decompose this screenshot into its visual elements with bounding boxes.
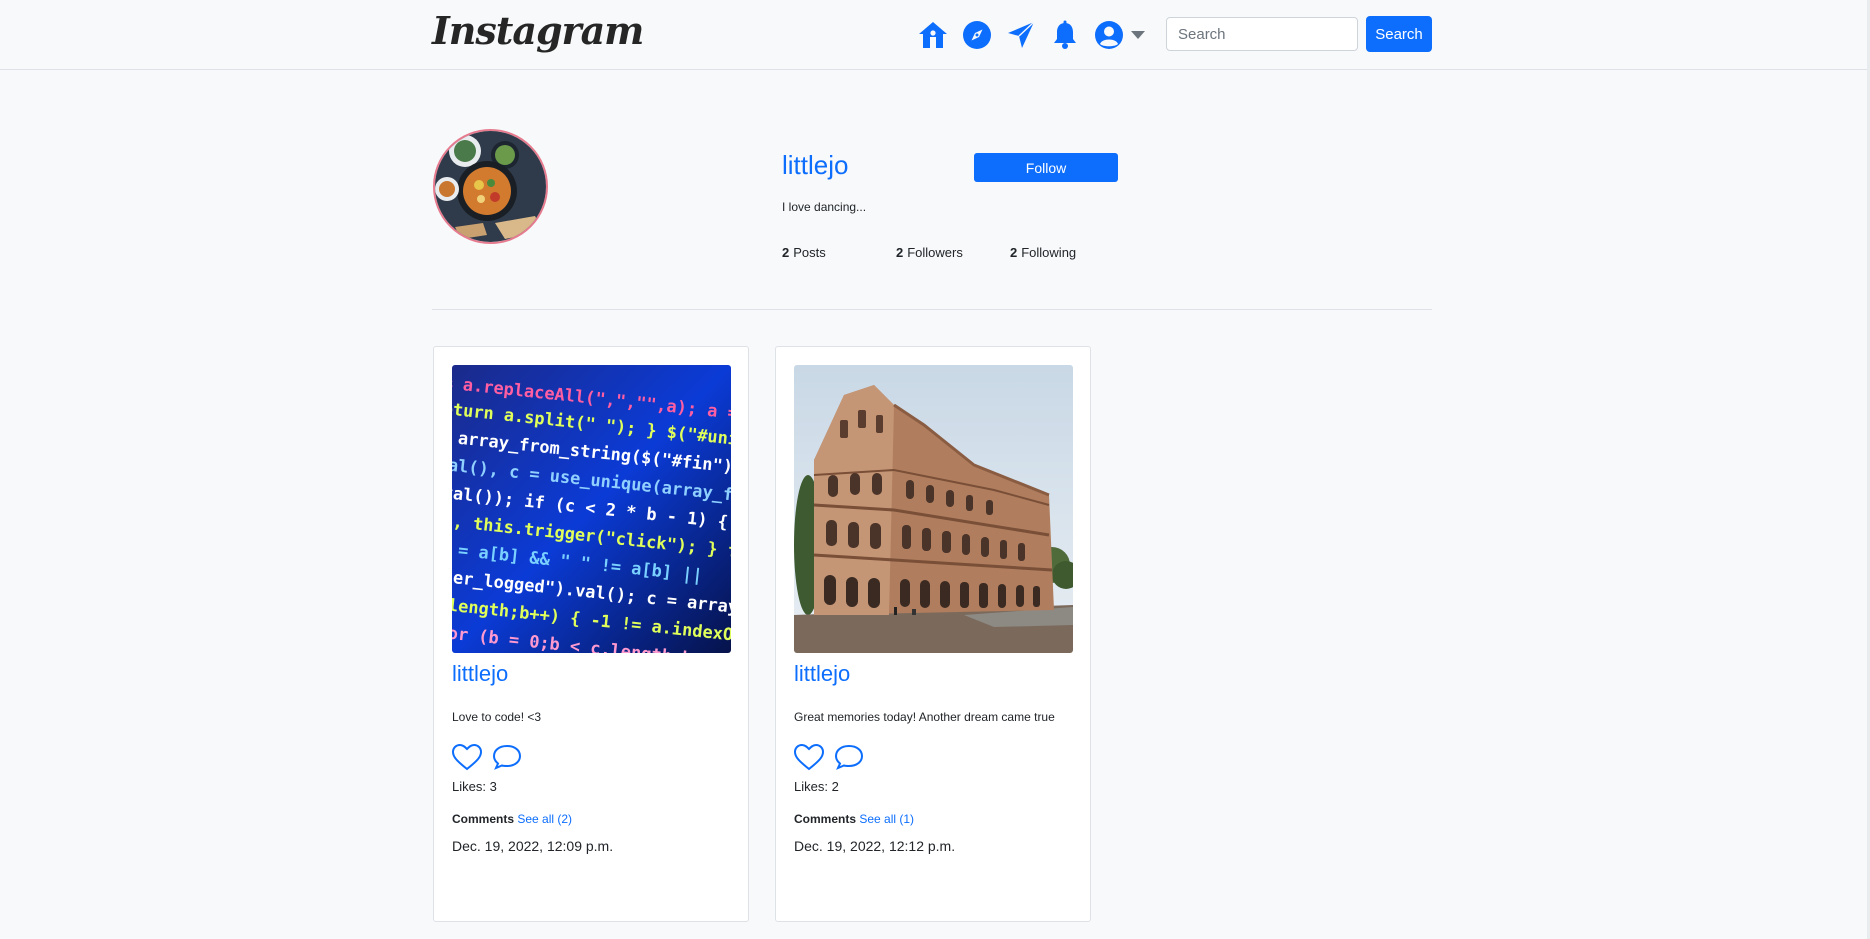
profile-username: littlejo — [782, 150, 849, 180]
profile-icon[interactable] — [1092, 18, 1126, 52]
post-caption: Love to code! <3 — [452, 710, 542, 724]
home-icon[interactable] — [916, 18, 950, 52]
post-likes: Likes: 3 — [452, 779, 497, 794]
post-card: % a.replaceAll(",","",a); a = return a.s… — [433, 346, 749, 922]
post-date: Dec. 19, 2022, 12:12 p.m. — [794, 838, 956, 854]
notifications-icon[interactable] — [1048, 18, 1082, 52]
profile-bio: I love dancing... — [782, 200, 867, 214]
followers-label: Followers — [907, 245, 963, 260]
search-button[interactable]: Search — [1366, 16, 1432, 52]
post-actions — [793, 742, 873, 772]
comment-bubble-icon[interactable] — [833, 742, 865, 772]
comment-bubble-icon[interactable] — [491, 742, 523, 772]
comments-label: Comments — [794, 812, 857, 826]
instagram-logo[interactable]: Instagram — [432, 8, 644, 53]
following-label: Following — [1021, 245, 1077, 260]
caret-down-icon[interactable] — [1130, 18, 1146, 52]
post-image[interactable] — [794, 365, 1073, 653]
send-icon[interactable] — [1004, 18, 1038, 52]
follow-button[interactable]: Follow — [974, 153, 1118, 182]
avatar — [433, 129, 548, 244]
post-likes: Likes: 2 — [794, 779, 839, 794]
post-card: littlejo Great memories today! Another d… — [775, 346, 1091, 922]
nav-icons — [916, 18, 1146, 52]
following-count: 2 — [1010, 245, 1018, 260]
post-username[interactable]: littlejo — [452, 661, 508, 687]
profile-divider — [432, 309, 1432, 310]
like-heart-icon[interactable] — [451, 742, 483, 772]
posts-stat[interactable]: 2 Posts — [782, 245, 826, 260]
see-all-comments-link[interactable]: See all (2) — [517, 812, 572, 826]
navbar: Instagram Search Search — [0, 0, 1870, 70]
post-actions — [451, 742, 531, 772]
followers-stat[interactable]: 2 Followers — [896, 245, 963, 260]
post-image[interactable]: % a.replaceAll(",","",a); a = return a.s… — [452, 365, 731, 653]
posts-label: Posts — [793, 245, 826, 260]
followers-count: 2 — [896, 245, 904, 260]
see-all-comments-link[interactable]: See all (1) — [859, 812, 914, 826]
post-comments: Comments See all (2) — [452, 812, 572, 826]
explore-icon[interactable] — [960, 18, 994, 52]
posts-count: 2 — [782, 245, 790, 260]
post-caption: Great memories today! Another dream came… — [794, 710, 1055, 724]
search-input[interactable] — [1166, 17, 1358, 51]
following-stat[interactable]: 2 Following — [1010, 245, 1076, 260]
like-heart-icon[interactable] — [793, 742, 825, 772]
post-username[interactable]: littlejo — [794, 661, 850, 687]
post-comments: Comments See all (1) — [794, 812, 914, 826]
comments-label: Comments — [452, 812, 515, 826]
post-date: Dec. 19, 2022, 12:09 p.m. — [452, 838, 614, 854]
